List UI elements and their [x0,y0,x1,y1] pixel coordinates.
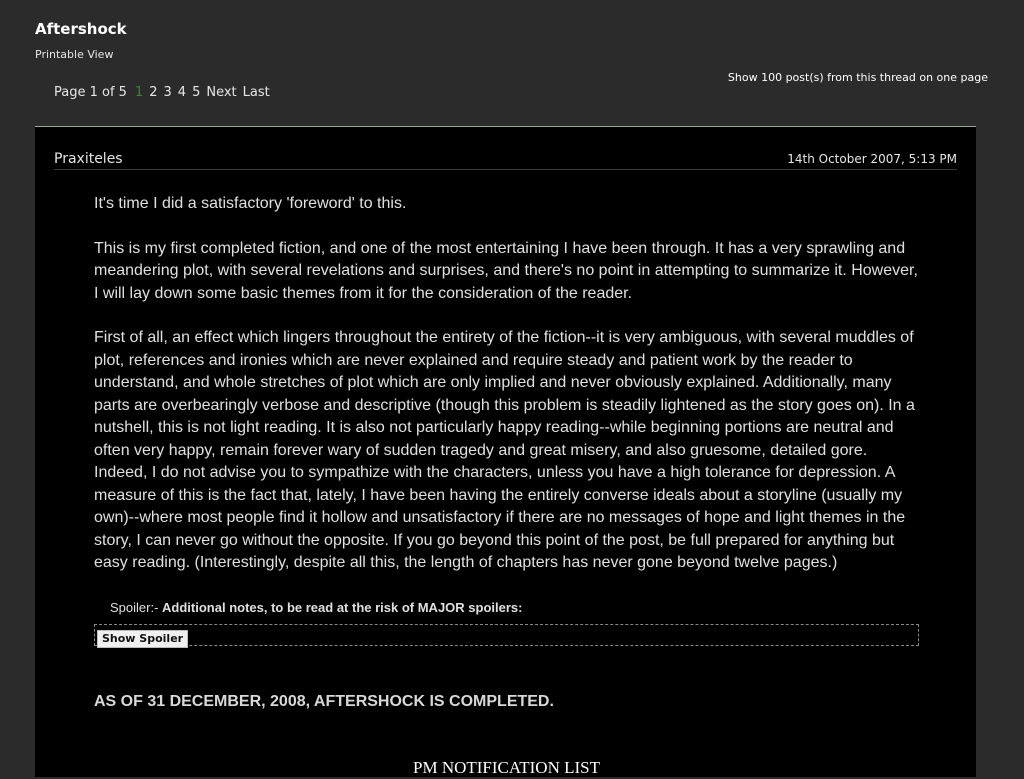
page-link-4[interactable]: 4 [178,85,186,100]
page-link-5[interactable]: 5 [192,85,200,100]
post-paragraph: It's time I did a satisfactory 'foreword… [94,193,919,216]
post-header: Praxiteles 14th October 2007, 5:13 PM [54,149,957,170]
last-page-link[interactable]: Last [243,85,270,100]
completed-notice: AS OF 31 DECEMBER, 2008, AFTERSHOCK IS C… [94,691,919,714]
show-all-posts-link[interactable]: Show 100 post(s) from this thread on one… [728,71,988,84]
post: Praxiteles 14th October 2007, 5:13 PM It… [35,127,976,777]
post-body: It's time I did a satisfactory 'foreword… [94,193,919,779]
page-link-3[interactable]: 3 [164,85,172,100]
page-count-label: Page 1 of 5 [54,85,127,100]
spoiler-prefix: Spoiler:- [110,600,162,615]
post-paragraph: First of all, an effect which lingers th… [94,327,919,575]
current-page: 1 [135,85,143,100]
post-author: Praxiteles [54,151,123,167]
spoiler-heading: Spoiler:- Additional notes, to be read a… [110,597,919,620]
post-paragraph: This is my first completed fiction, and … [94,238,919,306]
thread-title: Aftershock [35,20,127,38]
printable-view-label: Printable View [35,48,113,61]
pagination: Page 1 of 5 1 2 3 4 5 Next Last [54,85,270,100]
post-date: 14th October 2007, 5:13 PM [787,152,957,166]
spoiler-box: Show Spoiler [94,624,919,646]
show-spoiler-button[interactable]: Show Spoiler [97,630,188,648]
next-page-link[interactable]: Next [206,85,236,100]
page-link-2[interactable]: 2 [149,85,157,100]
spoiler-title: Additional notes, to be read at the risk… [162,600,522,615]
